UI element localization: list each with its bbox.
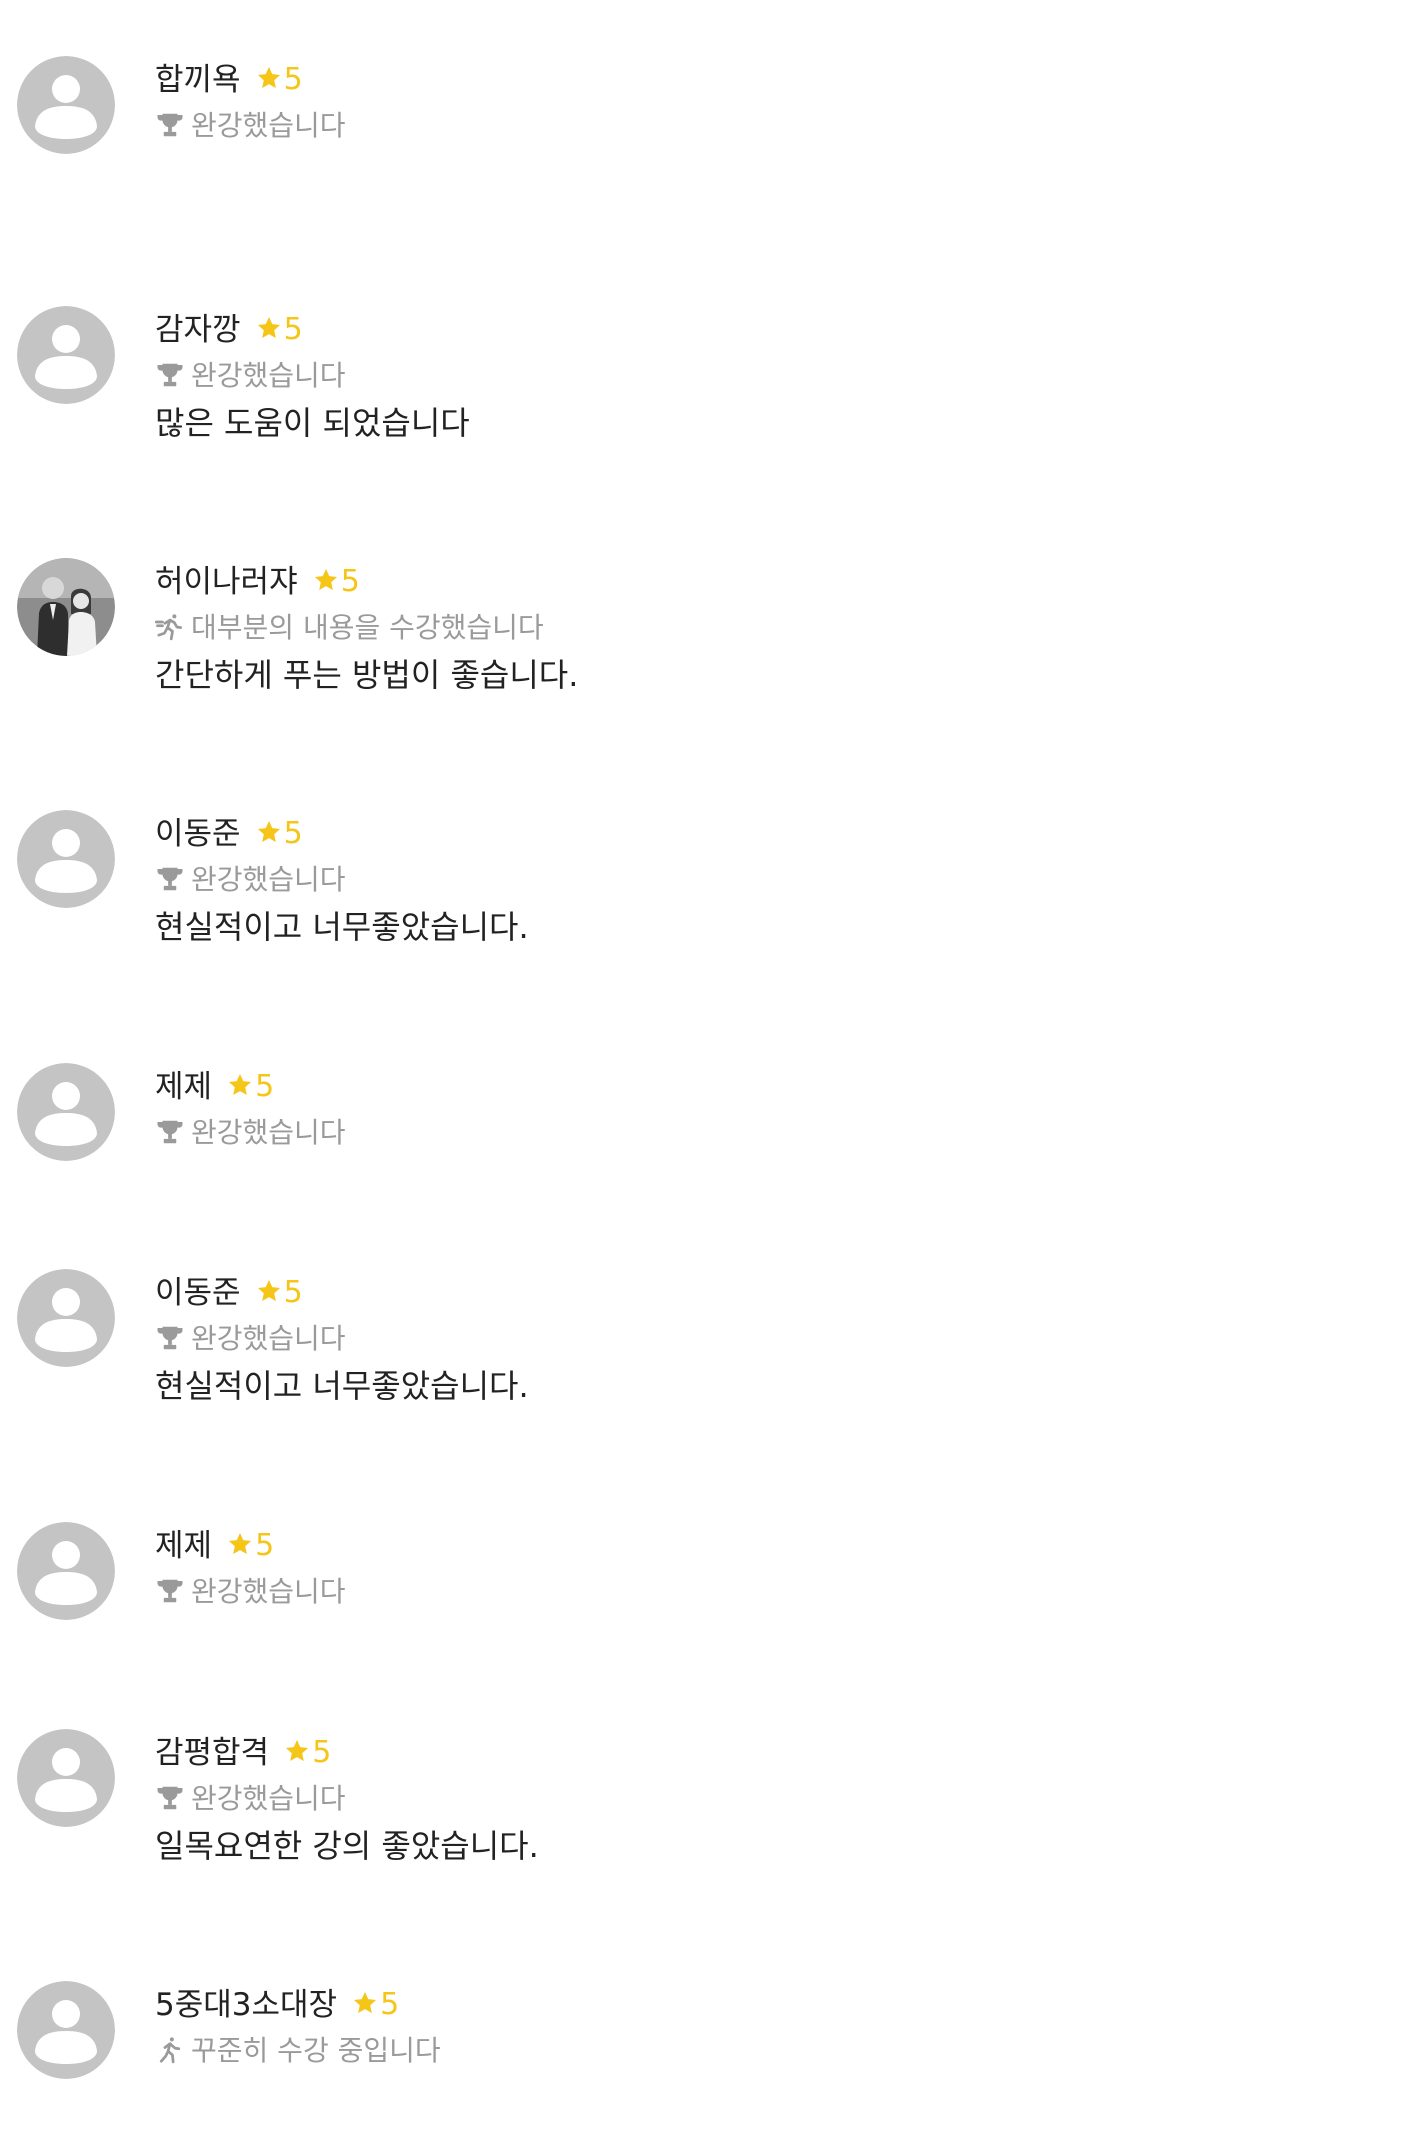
progress-status: 완강했습니다: [191, 863, 346, 896]
rating-value: 5: [283, 62, 303, 97]
reviewer-name: 제제: [155, 1069, 213, 1105]
avatar[interactable]: [17, 1522, 115, 1620]
avatar[interactable]: [17, 306, 115, 404]
reviewer-name: 감자깡: [155, 312, 241, 348]
trophy-icon: [155, 110, 185, 140]
review-item: 제제 5 완강했습니다: [0, 1063, 1419, 1213]
trophy-icon: [155, 1576, 185, 1606]
review-item: 이동준 5 완강했습니다 현실적이고 너무좋았습니다.: [0, 1269, 1419, 1419]
review-item: 허이나러쟈 5 대부분의 내용을 수강했습니다 간단하게 푸는 방법이 좋습니다…: [0, 558, 1419, 708]
star-icon: [227, 1526, 253, 1554]
star-icon: [256, 814, 282, 842]
rating-value: 5: [312, 1735, 332, 1770]
reviewer-name: 이동준: [155, 816, 241, 852]
running-person-icon: [154, 612, 185, 642]
reviewer-name: 5중대3소대장: [155, 1987, 338, 2023]
review-comment: 현실적이고 너무좋았습니다.: [155, 1367, 529, 1405]
review-comment: 현실적이고 너무좋았습니다.: [155, 908, 529, 946]
reviewer-name: 이동준: [155, 1275, 241, 1311]
rating-value: 5: [283, 312, 303, 347]
avatar[interactable]: [17, 1269, 115, 1367]
rating: 5: [256, 308, 303, 352]
review-comment: 간단하게 푸는 방법이 좋습니다.: [155, 656, 579, 694]
rating: 5: [227, 1524, 274, 1568]
rating-value: 5: [255, 1069, 275, 1104]
trophy-icon: [155, 864, 185, 894]
rating: 5: [227, 1065, 274, 1109]
star-icon: [256, 60, 282, 88]
review-item: 제제 5 완강했습니다: [0, 1522, 1419, 1672]
progress-status: 완강했습니다: [191, 1782, 346, 1815]
avatar[interactable]: [17, 56, 115, 154]
star-icon: [313, 562, 339, 590]
rating-value: 5: [380, 1987, 400, 2022]
star-icon: [256, 310, 282, 338]
rating: 5: [256, 58, 303, 102]
review-item: 감자깡 5 완강했습니다 많은 도움이 되었습니다: [0, 306, 1419, 456]
progress-status: 꾸준히 수강 중입니다: [191, 2034, 441, 2067]
progress-status: 완강했습니다: [191, 1116, 346, 1149]
avatar[interactable]: [17, 1729, 115, 1827]
rating: 5: [352, 1983, 399, 2027]
review-comment: 일목요연한 강의 좋았습니다.: [155, 1827, 539, 1865]
reviewer-name: 합끼욕: [155, 62, 241, 98]
rating: 5: [256, 1271, 303, 1315]
avatar[interactable]: [17, 810, 115, 908]
walking-person-icon: [155, 2035, 185, 2065]
rating: 5: [256, 812, 303, 856]
star-icon: [256, 1273, 282, 1301]
progress-status: 대부분의 내용을 수강했습니다: [191, 611, 544, 644]
reviewer-name: 허이나러쟈: [155, 564, 298, 600]
review-item: 5중대3소대장 5 꾸준히 수강 중입니다: [0, 1981, 1419, 2131]
trophy-icon: [155, 1783, 185, 1813]
star-icon: [284, 1733, 310, 1761]
trophy-icon: [155, 1117, 185, 1147]
progress-status: 완강했습니다: [191, 1575, 346, 1608]
star-icon: [352, 1985, 378, 2013]
rating-value: 5: [340, 564, 360, 599]
progress-status: 완강했습니다: [191, 359, 346, 392]
review-item: 합끼욕 5 완강했습니다: [0, 56, 1419, 206]
avatar[interactable]: [17, 558, 115, 656]
trophy-icon: [155, 360, 185, 390]
rating-value: 5: [255, 1528, 275, 1563]
progress-status: 완강했습니다: [191, 1322, 346, 1355]
review-item: 이동준 5 완강했습니다 현실적이고 너무좋았습니다.: [0, 810, 1419, 960]
rating-value: 5: [283, 1275, 303, 1310]
avatar[interactable]: [17, 1063, 115, 1161]
rating: 5: [313, 560, 360, 604]
review-item: 감평합격 5 완강했습니다 일목요연한 강의 좋았습니다.: [0, 1729, 1419, 1879]
progress-status: 완강했습니다: [191, 109, 346, 142]
star-icon: [227, 1067, 253, 1095]
reviewer-name: 제제: [155, 1528, 213, 1564]
review-comment: 많은 도움이 되었습니다: [155, 404, 470, 442]
avatar[interactable]: [17, 1981, 115, 2079]
rating: 5: [284, 1731, 331, 1775]
rating-value: 5: [283, 816, 303, 851]
trophy-icon: [155, 1323, 185, 1353]
reviewer-name: 감평합격: [155, 1735, 270, 1771]
